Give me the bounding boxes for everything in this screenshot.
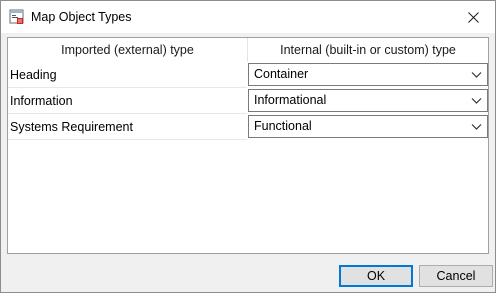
chevron-down-icon — [471, 98, 482, 104]
dropdown-value: Container — [254, 67, 309, 81]
dropdown-value: Functional — [254, 119, 312, 133]
chevron-down-icon — [471, 72, 482, 78]
type-mapping-table: Imported (external) type Internal (built… — [7, 37, 489, 254]
external-type-label: Information — [10, 94, 73, 108]
internal-type-dropdown[interactable]: Informational — [248, 89, 488, 112]
map-object-types-dialog: Map Object Types Imported (external) typ… — [0, 0, 496, 293]
internal-type-dropdown[interactable]: Functional — [248, 115, 488, 138]
column-header-external: Imported (external) type — [61, 43, 194, 57]
ok-button[interactable]: OK — [339, 265, 413, 287]
close-icon — [467, 11, 479, 23]
external-type-label: Systems Requirement — [10, 120, 133, 134]
title-bar: Map Object Types — [1, 1, 495, 33]
dropdown-value: Informational — [254, 93, 327, 107]
cancel-button[interactable]: Cancel — [419, 265, 493, 287]
internal-type-dropdown[interactable]: Container — [248, 63, 488, 86]
close-button[interactable] — [451, 1, 495, 33]
row-divider — [8, 139, 247, 140]
table-row: Information Informational — [8, 88, 488, 114]
window-title: Map Object Types — [31, 10, 132, 24]
table-row: Systems Requirement Functional — [8, 114, 488, 140]
external-type-label: Heading — [10, 68, 57, 82]
table-row: Heading Container — [8, 62, 488, 88]
chevron-down-icon — [471, 124, 482, 130]
app-icon — [9, 9, 25, 25]
column-header-internal: Internal (built-in or custom) type — [280, 43, 456, 57]
